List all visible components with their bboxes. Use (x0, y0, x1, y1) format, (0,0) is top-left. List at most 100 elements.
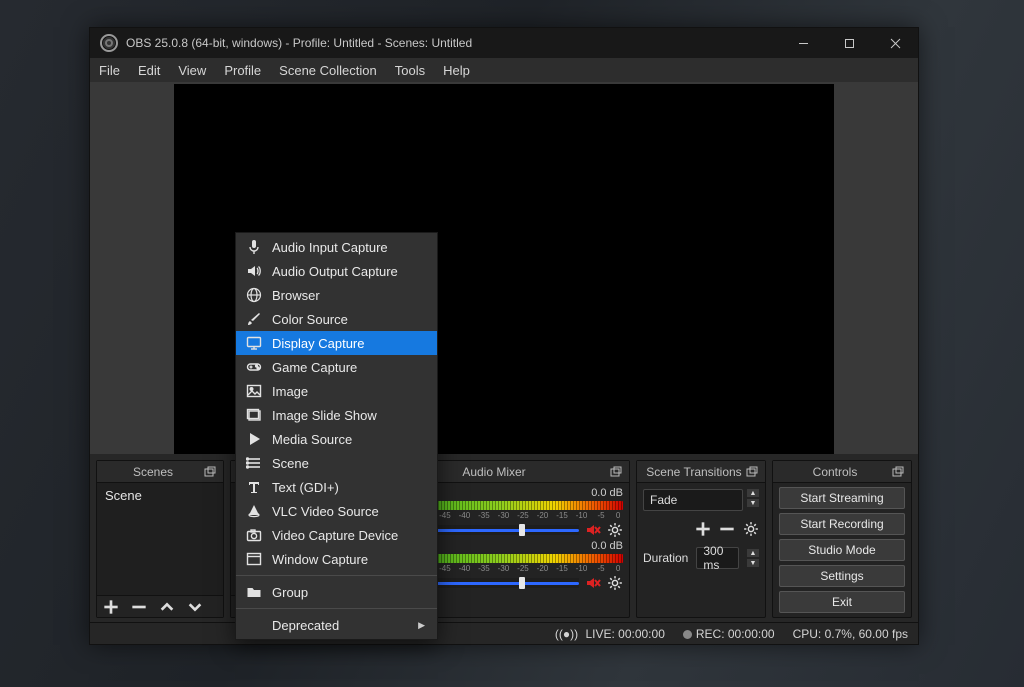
play-icon (246, 431, 262, 447)
speaker-icon (246, 263, 262, 279)
transition-spinner[interactable]: ▲▼ (747, 489, 759, 511)
menu-item-browser[interactable]: Browser (236, 283, 437, 307)
menu-item-label: Color Source (272, 312, 348, 327)
add-source-menu: Audio Input Capture Audio Output Capture B… (235, 232, 438, 640)
mixer-track-db: 0.0 dB (591, 487, 623, 499)
start-streaming-button[interactable]: Start Streaming (779, 487, 905, 509)
menu-item-text-gdi-[interactable]: Text (GDI+) (236, 475, 437, 499)
scenes-list[interactable]: Scene (97, 483, 223, 595)
preview-area (90, 82, 918, 454)
controls-dock: Controls Start Streaming Start Recording… (772, 460, 912, 618)
titlebar: OBS 25.0.8 (64-bit, windows) - Profile: … (90, 28, 918, 58)
menu-item-label: Video Capture Device (272, 528, 398, 543)
mute-button[interactable] (585, 575, 601, 591)
mute-button[interactable] (585, 522, 601, 538)
gamepad-icon (246, 359, 262, 375)
menu-item-label: VLC Video Source (272, 504, 379, 519)
menubar: File Edit View Profile Scene Collection … (90, 58, 918, 82)
listlines-icon (246, 455, 262, 471)
duration-input[interactable]: 300 ms (696, 547, 739, 569)
transitions-title: Scene Transitions (643, 465, 745, 479)
status-rec: REC: 00:00:00 (683, 627, 775, 641)
menu-view[interactable]: View (169, 58, 215, 82)
menu-item-group[interactable]: Group (236, 580, 437, 604)
menu-item-label: Text (GDI+) (272, 480, 339, 495)
folder-icon (246, 584, 262, 600)
menu-item-label: Image (272, 384, 308, 399)
menu-tools[interactable]: Tools (386, 58, 434, 82)
menu-item-deprecated[interactable]: Deprecated (236, 613, 437, 637)
menu-edit[interactable]: Edit (129, 58, 169, 82)
menu-item-display-capture[interactable]: Display Capture (236, 331, 437, 355)
window-maximize-button[interactable] (826, 28, 872, 58)
monitor-icon (246, 335, 262, 351)
cone-icon (246, 503, 262, 519)
mic-icon (246, 239, 262, 255)
menu-item-label: Display Capture (272, 336, 365, 351)
menu-item-label: Media Source (272, 432, 352, 447)
start-recording-button[interactable]: Start Recording (779, 513, 905, 535)
menu-item-video-capture-device[interactable]: Video Capture Device (236, 523, 437, 547)
undock-icon[interactable] (891, 465, 905, 479)
docks-row: Scenes Scene Sources (90, 454, 918, 622)
undock-icon[interactable] (203, 465, 217, 479)
mixer-track-db: 0.0 dB (591, 540, 623, 552)
menu-item-game-capture[interactable]: Game Capture (236, 355, 437, 379)
scene-transitions-dock: Scene Transitions Fade ▲▼ (636, 460, 766, 618)
track-settings-button[interactable] (607, 575, 623, 591)
menu-help[interactable]: Help (434, 58, 479, 82)
menu-scene-collection[interactable]: Scene Collection (270, 58, 386, 82)
status-live: ((●)) LIVE: 00:00:00 (555, 627, 665, 641)
menu-profile[interactable]: Profile (215, 58, 270, 82)
menu-file[interactable]: File (90, 58, 129, 82)
menu-item-audio-output-capture[interactable]: Audio Output Capture (236, 259, 437, 283)
obs-app-icon (100, 34, 118, 52)
menu-item-window-capture[interactable]: Window Capture (236, 547, 437, 571)
exit-button[interactable]: Exit (779, 591, 905, 613)
duration-label: Duration (643, 551, 688, 565)
window-title: OBS 25.0.8 (64-bit, windows) - Profile: … (126, 36, 780, 50)
broadcast-icon: ((●)) (555, 627, 578, 641)
slides-icon (246, 407, 262, 423)
scenes-title: Scenes (103, 465, 203, 479)
controls-title: Controls (779, 465, 891, 479)
menu-item-audio-input-capture[interactable]: Audio Input Capture (236, 235, 437, 259)
menu-item-image[interactable]: Image (236, 379, 437, 403)
transition-remove-button[interactable] (719, 521, 735, 537)
menu-item-image-slide-show[interactable]: Image Slide Show (236, 403, 437, 427)
menu-item-label: Audio Input Capture (272, 240, 388, 255)
scene-remove-button[interactable] (131, 599, 147, 615)
scene-add-button[interactable] (103, 599, 119, 615)
settings-button[interactable]: Settings (779, 565, 905, 587)
camera-icon (246, 527, 262, 543)
undock-icon[interactable] (745, 465, 759, 479)
duration-spinner[interactable]: ▲▼ (747, 549, 759, 567)
transition-add-button[interactable] (695, 521, 711, 537)
track-settings-button[interactable] (607, 522, 623, 538)
scene-row[interactable]: Scene (97, 483, 223, 508)
window-minimize-button[interactable] (780, 28, 826, 58)
menu-item-label: Window Capture (272, 552, 368, 567)
scenes-toolbar (97, 595, 223, 617)
scene-up-button[interactable] (159, 599, 175, 615)
menu-item-scene[interactable]: Scene (236, 451, 437, 475)
transition-select[interactable]: Fade (643, 489, 743, 511)
menu-item-label: Audio Output Capture (272, 264, 398, 279)
menu-item-label: Group (272, 585, 308, 600)
transition-settings-button[interactable] (743, 521, 759, 537)
statusbar: ((●)) LIVE: 00:00:00 REC: 00:00:00 CPU: … (90, 622, 918, 644)
status-cpu: CPU: 0.7%, 60.00 fps (793, 627, 908, 641)
record-dot-icon (683, 630, 692, 639)
scene-down-button[interactable] (187, 599, 203, 615)
menu-item-label: Browser (272, 288, 320, 303)
windowr-icon (246, 551, 262, 567)
window-close-button[interactable] (872, 28, 918, 58)
image-icon (246, 383, 262, 399)
undock-icon[interactable] (609, 465, 623, 479)
menu-item-media-source[interactable]: Media Source (236, 427, 437, 451)
menu-item-vlc-video-source[interactable]: VLC Video Source (236, 499, 437, 523)
menu-item-label: Deprecated (272, 618, 339, 633)
studio-mode-button[interactable]: Studio Mode (779, 539, 905, 561)
menu-item-color-source[interactable]: Color Source (236, 307, 437, 331)
menu-separator (236, 575, 437, 576)
